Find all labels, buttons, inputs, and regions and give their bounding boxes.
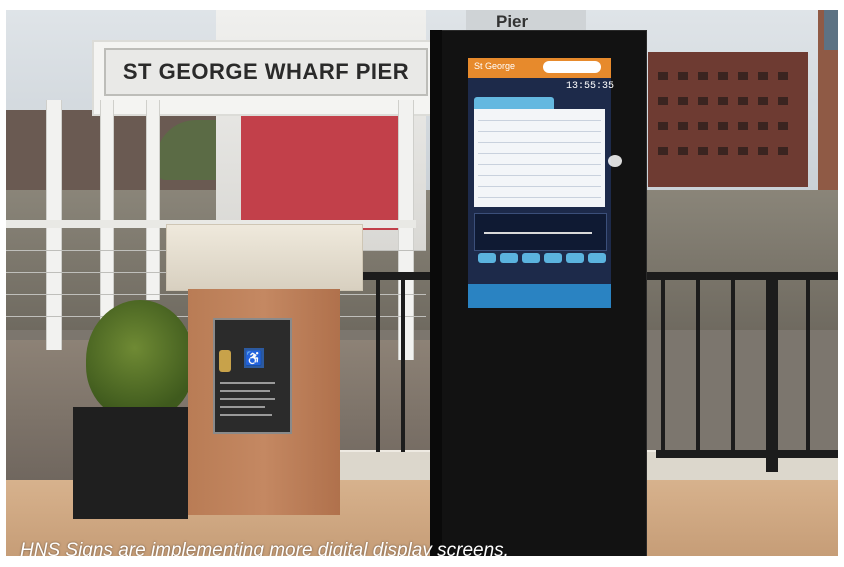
help-point-plaque (213, 318, 292, 434)
screen-footer (468, 284, 611, 308)
topiary-bush (86, 300, 194, 420)
stop-pill (544, 253, 562, 263)
photo: Pier ST GEORGE WHARF PIER ♿ St George 13… (6, 10, 838, 556)
plaque-text-line (220, 414, 272, 416)
pier-name-text: ST GEORGE WHARF PIER (122, 59, 410, 84)
photo-caption: HNS Signs are implementing more digital … (20, 540, 509, 556)
table-row (478, 164, 601, 165)
plaque-text-line (220, 382, 275, 384)
stop-pill (588, 253, 606, 263)
railing-bar (731, 272, 735, 452)
kiosk-edge (430, 30, 442, 556)
plinth-cap (166, 224, 363, 291)
departures-table (474, 109, 605, 207)
railing-bar (401, 272, 405, 452)
railing-bottom-rail (656, 450, 838, 458)
apartment-building (648, 52, 808, 187)
railing-bar (376, 272, 380, 452)
route-line (484, 232, 592, 234)
operator-logo (543, 61, 601, 73)
table-row (478, 197, 601, 198)
plaque-text-line (220, 398, 275, 400)
gateway-post (146, 100, 160, 300)
stop-pill (500, 253, 518, 263)
table-row (478, 131, 601, 132)
wheelchair-icon: ♿ (244, 348, 264, 368)
railing-bar (661, 272, 665, 452)
screen-pier-title: St George (474, 61, 516, 71)
railing-bar (806, 272, 810, 452)
table-row (478, 120, 601, 121)
table-row (478, 153, 601, 154)
pier-name-sign: ST GEORGE WHARF PIER (104, 48, 428, 96)
stop-pill (566, 253, 584, 263)
table-row (478, 175, 601, 176)
table-row (478, 142, 601, 143)
plaque-text-line (220, 390, 270, 392)
screen-clock: 13:55:35 (566, 81, 615, 92)
departures-tab (474, 97, 554, 109)
pier-tower-sign-text: Pier (496, 12, 529, 31)
help-call-button (219, 350, 231, 372)
boat-hull (241, 110, 411, 230)
railing-bar (696, 272, 700, 452)
railing-post (766, 272, 778, 472)
stop-pill (478, 253, 496, 263)
stop-pill (522, 253, 540, 263)
planter-box (73, 407, 188, 519)
table-row (478, 186, 601, 187)
light-reflection (608, 155, 622, 167)
tower-top (824, 10, 838, 50)
plaque-text-line (220, 406, 265, 408)
